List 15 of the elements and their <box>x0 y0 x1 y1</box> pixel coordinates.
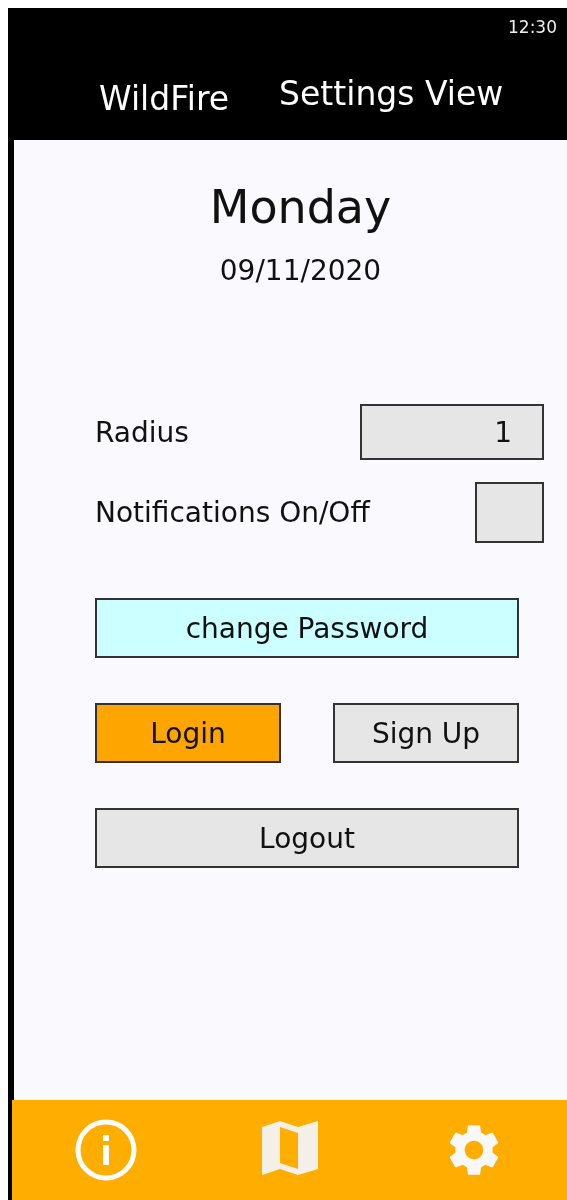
day-title: Monday <box>208 180 393 234</box>
radius-label: Radius <box>95 415 189 449</box>
action-button[interactable]: Login <box>95 703 281 763</box>
notifications-checkbox[interactable] <box>475 482 544 543</box>
info-icon <box>74 1119 137 1181</box>
action-button[interactable]: Sign Up <box>333 703 519 763</box>
action-button[interactable]: Logout <box>95 808 519 868</box>
notifications-label: Notifications On/Off <box>95 496 370 529</box>
status-time: 12:30 <box>508 17 557 37</box>
view-title: Settings View <box>279 73 504 113</box>
radius-field[interactable]: 1 <box>360 404 544 460</box>
date-text: 09/11/2020 <box>218 254 383 287</box>
nav-button[interactable] <box>74 1119 137 1181</box>
action-button[interactable]: change Password <box>95 598 519 658</box>
app-name: WildFire <box>99 78 230 118</box>
